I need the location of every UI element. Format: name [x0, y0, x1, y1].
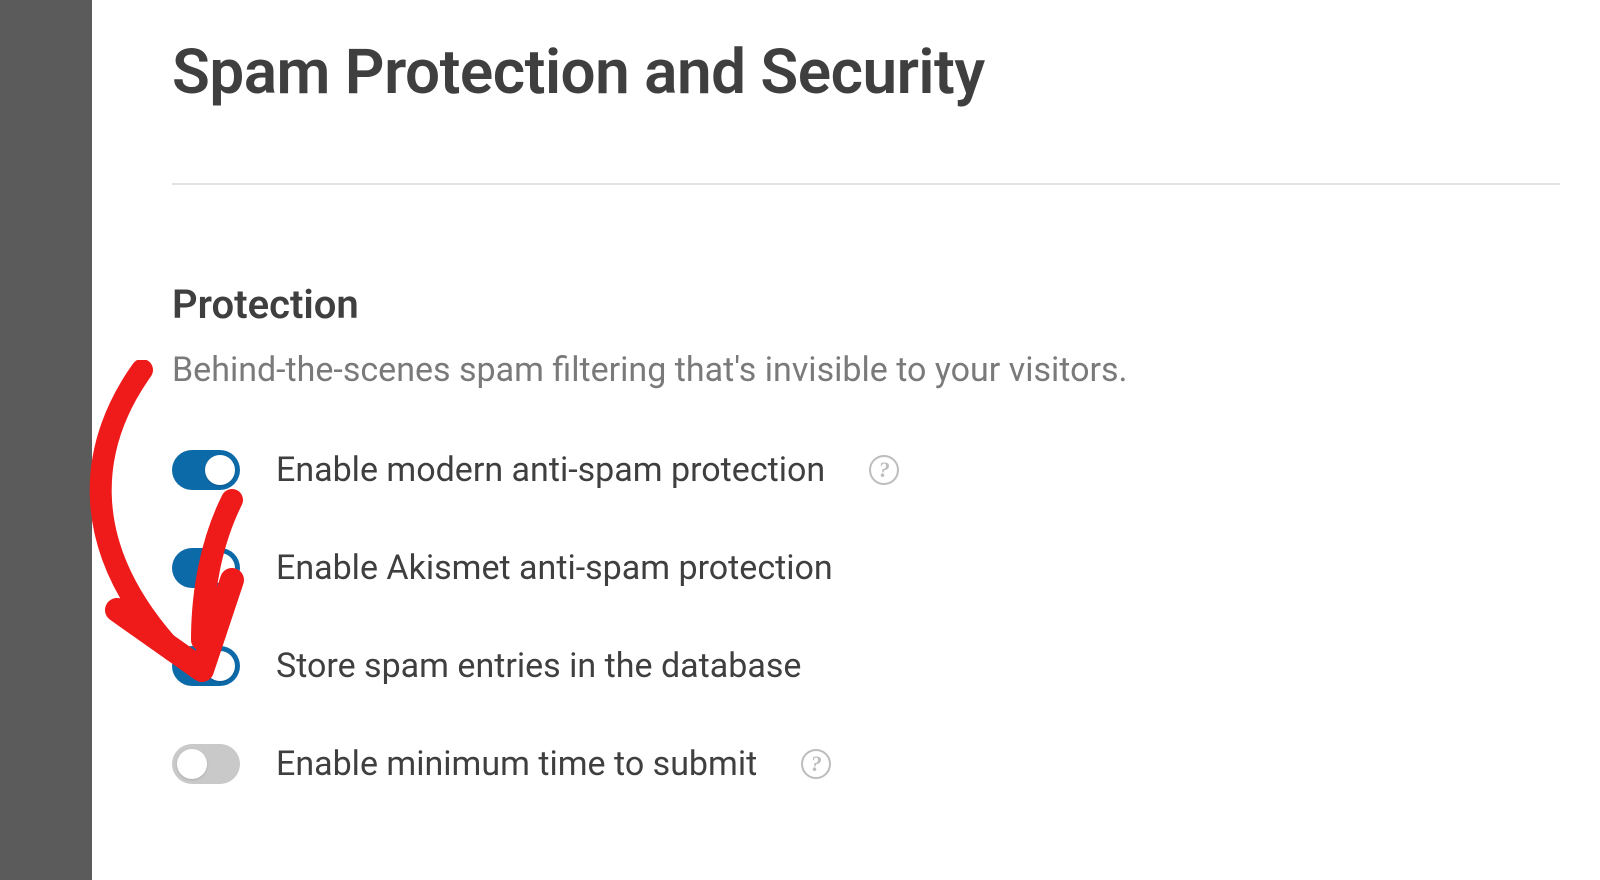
toggle-modern-anti-spam[interactable] — [172, 450, 240, 490]
option-label: Enable modern anti-spam protection — [276, 450, 825, 490]
option-modern-anti-spam: Enable modern anti-spam protection ? — [172, 450, 1600, 490]
toggle-knob — [205, 651, 235, 681]
toggle-knob — [205, 553, 235, 583]
section-title: Protection — [172, 281, 1600, 328]
option-label: Enable minimum time to submit — [276, 744, 757, 784]
options-list: Enable modern anti-spam protection ? Ena… — [172, 450, 1600, 784]
toggle-akismet[interactable] — [172, 548, 240, 588]
option-label: Store spam entries in the database — [276, 646, 801, 686]
page-root: Spam Protection and Security Protection … — [0, 0, 1600, 880]
help-icon[interactable]: ? — [801, 749, 831, 779]
help-icon[interactable]: ? — [869, 455, 899, 485]
main-content: Spam Protection and Security Protection … — [92, 0, 1600, 880]
toggle-store-spam[interactable] — [172, 646, 240, 686]
option-akismet: Enable Akismet anti-spam protection — [172, 548, 1600, 588]
protection-section: Protection Behind-the-scenes spam filter… — [172, 281, 1600, 784]
page-title: Spam Protection and Security — [172, 36, 1600, 109]
option-store-spam: Store spam entries in the database — [172, 646, 1600, 686]
sidebar-sliver — [0, 0, 92, 880]
option-min-time: Enable minimum time to submit ? — [172, 744, 1600, 784]
toggle-knob — [177, 749, 207, 779]
section-description: Behind-the-scenes spam filtering that's … — [172, 350, 1600, 390]
option-label: Enable Akismet anti-spam protection — [276, 548, 833, 588]
toggle-min-time[interactable] — [172, 744, 240, 784]
divider — [172, 183, 1560, 185]
toggle-knob — [205, 455, 235, 485]
